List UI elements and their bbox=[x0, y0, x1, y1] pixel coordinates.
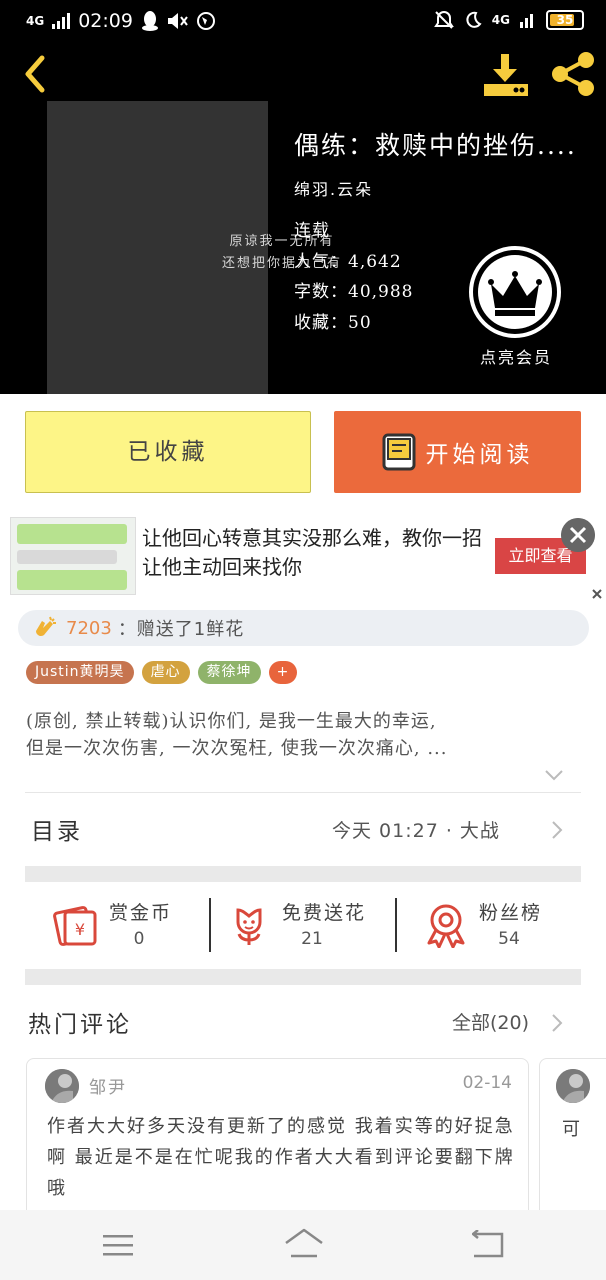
book-title: 偶练：救赎中的挫伤.... bbox=[294, 131, 577, 160]
start-reading-label: 开始阅读 bbox=[425, 442, 534, 468]
tag[interactable]: 虐心 bbox=[141, 661, 190, 684]
divider bbox=[25, 792, 581, 793]
alarm-off-icon bbox=[433, 10, 454, 29]
collected-button[interactable]: 已收藏 bbox=[25, 411, 311, 493]
comment-username[interactable]: 邹尹 bbox=[89, 1073, 127, 1098]
tag[interactable]: Justin黄明昊 bbox=[26, 661, 134, 684]
book-header: 原谅我一无所有 还想把你据为己有 偶练：救赎中的挫伤.... 绵羽.云朵 连载 … bbox=[0, 46, 606, 394]
ad-text: 让他回心转意其实没那么难，教你一招让他主动回来找你 bbox=[142, 526, 482, 579]
tag[interactable]: 蔡徐坤 bbox=[197, 661, 261, 684]
clock: 02:09 bbox=[78, 10, 133, 32]
book-word-count: 字数：40,988 bbox=[294, 282, 414, 302]
back-icon[interactable] bbox=[472, 1230, 504, 1258]
book-meta: 连载 人气：4,642 字数：40,988 收藏：50 bbox=[294, 216, 413, 338]
vip-label[interactable]: 点亮会员 bbox=[470, 344, 562, 368]
chevron-right-icon[interactable] bbox=[551, 820, 563, 840]
stat-value: 0 bbox=[133, 929, 145, 949]
menu-icon[interactable] bbox=[103, 1234, 133, 1256]
description-line: (原创, 禁止转载)认识你们, 是我一生最大的幸运, bbox=[26, 711, 437, 732]
close-icon[interactable] bbox=[561, 518, 595, 552]
back-arrow-icon[interactable] bbox=[16, 54, 56, 94]
ad-banner[interactable]: 让他回心转意其实没那么难，教你一招让他主动回来找你 立即查看 bbox=[0, 512, 606, 600]
stat-label: 免费送花 bbox=[282, 902, 367, 924]
book-cover[interactable]: 原谅我一无所有 还想把你据为己有 bbox=[47, 101, 340, 394]
section-separator bbox=[25, 969, 581, 985]
flower-icon bbox=[236, 908, 262, 945]
divider bbox=[209, 898, 211, 952]
globe-icon bbox=[196, 12, 215, 30]
clap-icon bbox=[36, 616, 56, 636]
home-icon[interactable] bbox=[283, 1227, 325, 1259]
comment-text: 作者大大好多天没有更新了的感觉 我着实等的好捉急啊 最近是不是在忙呢我的作者大大… bbox=[47, 1116, 515, 1199]
gift-ticker: 7203 ：赠送了1鲜花 bbox=[18, 610, 589, 646]
toc-latest-chapter[interactable]: 今天 01:27 · 大战 bbox=[332, 816, 500, 843]
cover-text-line: 原谅我一无所有 bbox=[229, 234, 335, 249]
ad-dismiss-icon[interactable] bbox=[591, 588, 603, 600]
battery-level: 35 bbox=[556, 13, 574, 27]
svg-text:¥: ¥ bbox=[75, 920, 85, 939]
red-envelope-icon: ¥ bbox=[53, 906, 97, 946]
gift-text: ：赠送了1鲜花 bbox=[117, 619, 245, 640]
stat-label: 粉丝榜 bbox=[479, 902, 543, 924]
signal-icon bbox=[52, 13, 71, 29]
crown-icon[interactable] bbox=[467, 244, 563, 340]
add-tag-button[interactable]: + bbox=[268, 661, 298, 684]
divider bbox=[395, 898, 397, 952]
fan-ranking-button[interactable]: 粉丝榜 54 bbox=[423, 898, 563, 954]
gift-user: 7203 bbox=[66, 617, 112, 639]
book-icon bbox=[382, 433, 415, 471]
book-author[interactable]: 绵羽.云朵 bbox=[294, 176, 373, 200]
cover-text-line: 还想把你据为己有 bbox=[221, 256, 342, 271]
signal-icon-right bbox=[520, 14, 533, 28]
stat-value: 54 bbox=[498, 929, 520, 949]
hot-comments-title: 热门评论 bbox=[28, 1012, 132, 1038]
reward-coins-button[interactable]: ¥ 赏金币 0 bbox=[53, 898, 203, 954]
stat-value: 21 bbox=[301, 929, 323, 949]
network-type-right: 4G bbox=[491, 13, 510, 27]
stat-label: 赏金币 bbox=[109, 902, 173, 924]
comment-card[interactable]: 可 bbox=[539, 1058, 606, 1228]
chevron-down-icon[interactable] bbox=[544, 768, 564, 782]
start-reading-button[interactable]: 开始阅读 bbox=[334, 411, 581, 493]
chevron-right-icon[interactable] bbox=[551, 1013, 563, 1033]
toc-title[interactable]: 目录 bbox=[31, 812, 83, 846]
battery-icon: 35 bbox=[546, 10, 584, 30]
description-line: 但是一次次伤害, 一次次冤枉, 使我一次次痛心, ... bbox=[26, 738, 448, 759]
avatar[interactable] bbox=[45, 1069, 79, 1103]
comment-card[interactable]: 邹尹 02-14 作者大大好多天没有更新了的感觉 我着实等的好捉急啊 最近是不是… bbox=[26, 1058, 529, 1228]
system-nav-bar bbox=[0, 1210, 606, 1280]
all-comments-link[interactable]: 全部(20) bbox=[452, 1008, 529, 1035]
share-icon[interactable] bbox=[548, 50, 598, 98]
download-icon[interactable] bbox=[482, 52, 530, 98]
ad-thumbnail bbox=[10, 517, 136, 595]
tag-list: Justin黄明昊 虐心 蔡徐坤 + bbox=[26, 661, 298, 684]
avatar[interactable] bbox=[556, 1069, 590, 1103]
book-popularity: 人气：4,642 bbox=[294, 251, 402, 272]
comment-text: 可 bbox=[562, 1119, 580, 1140]
moon-icon bbox=[466, 11, 482, 28]
network-type: 4G bbox=[26, 14, 45, 28]
mute-icon bbox=[167, 13, 188, 29]
book-favorites: 收藏：50 bbox=[294, 312, 372, 333]
comment-date: 02-14 bbox=[462, 1073, 512, 1093]
medal-icon bbox=[427, 904, 465, 948]
qq-icon bbox=[141, 11, 158, 31]
status-bar: 4G 02:09 4G 35 bbox=[0, 0, 606, 46]
section-separator bbox=[25, 866, 581, 882]
book-status: 连载 bbox=[294, 221, 330, 241]
book-description[interactable]: (原创, 禁止转载)认识你们, 是我一生最大的幸运, 但是一次次伤害, 一次次冤… bbox=[26, 708, 574, 762]
free-flower-button[interactable]: 免费送花 21 bbox=[226, 898, 386, 954]
